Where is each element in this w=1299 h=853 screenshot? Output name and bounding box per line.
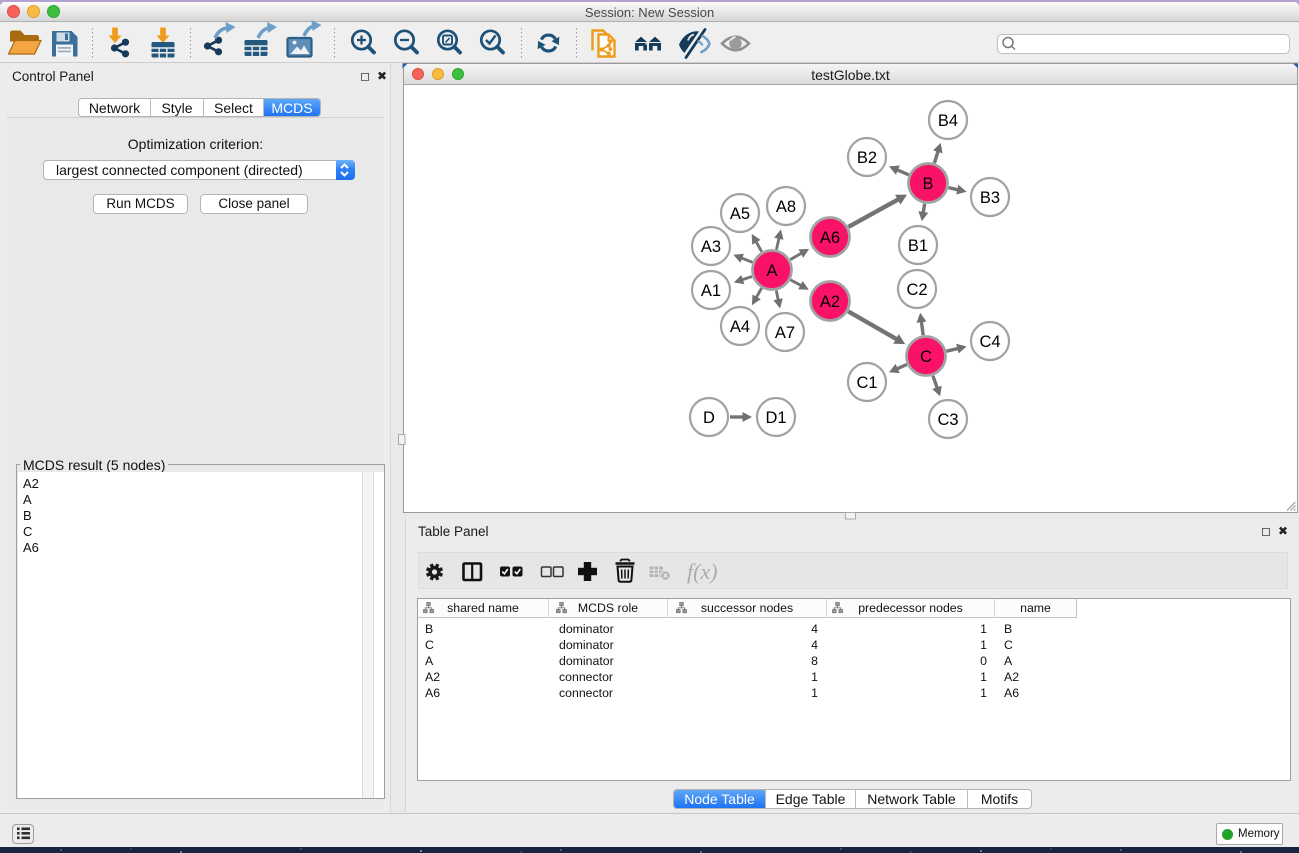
svg-text:A8: A8 bbox=[776, 198, 796, 216]
svg-text:C4: C4 bbox=[979, 333, 1000, 351]
svg-text:C: C bbox=[920, 348, 932, 366]
svg-text:B1: B1 bbox=[908, 237, 928, 255]
svg-text:A2: A2 bbox=[820, 293, 840, 311]
svg-text:B: B bbox=[922, 175, 933, 193]
svg-text:D: D bbox=[703, 409, 715, 427]
svg-text:C2: C2 bbox=[906, 281, 927, 299]
svg-text:A: A bbox=[766, 262, 777, 280]
svg-text:B3: B3 bbox=[980, 189, 1000, 207]
svg-text:A7: A7 bbox=[775, 324, 795, 342]
svg-text:A3: A3 bbox=[701, 238, 721, 256]
svg-text:C1: C1 bbox=[856, 374, 877, 392]
svg-text:A5: A5 bbox=[730, 205, 750, 223]
svg-text:C3: C3 bbox=[937, 411, 958, 429]
svg-text:A4: A4 bbox=[730, 318, 750, 336]
svg-text:B2: B2 bbox=[857, 149, 877, 167]
svg-text:D1: D1 bbox=[765, 409, 786, 427]
svg-text:B4: B4 bbox=[938, 112, 958, 130]
svg-text:A1: A1 bbox=[701, 282, 721, 300]
svg-text:A6: A6 bbox=[820, 229, 840, 247]
